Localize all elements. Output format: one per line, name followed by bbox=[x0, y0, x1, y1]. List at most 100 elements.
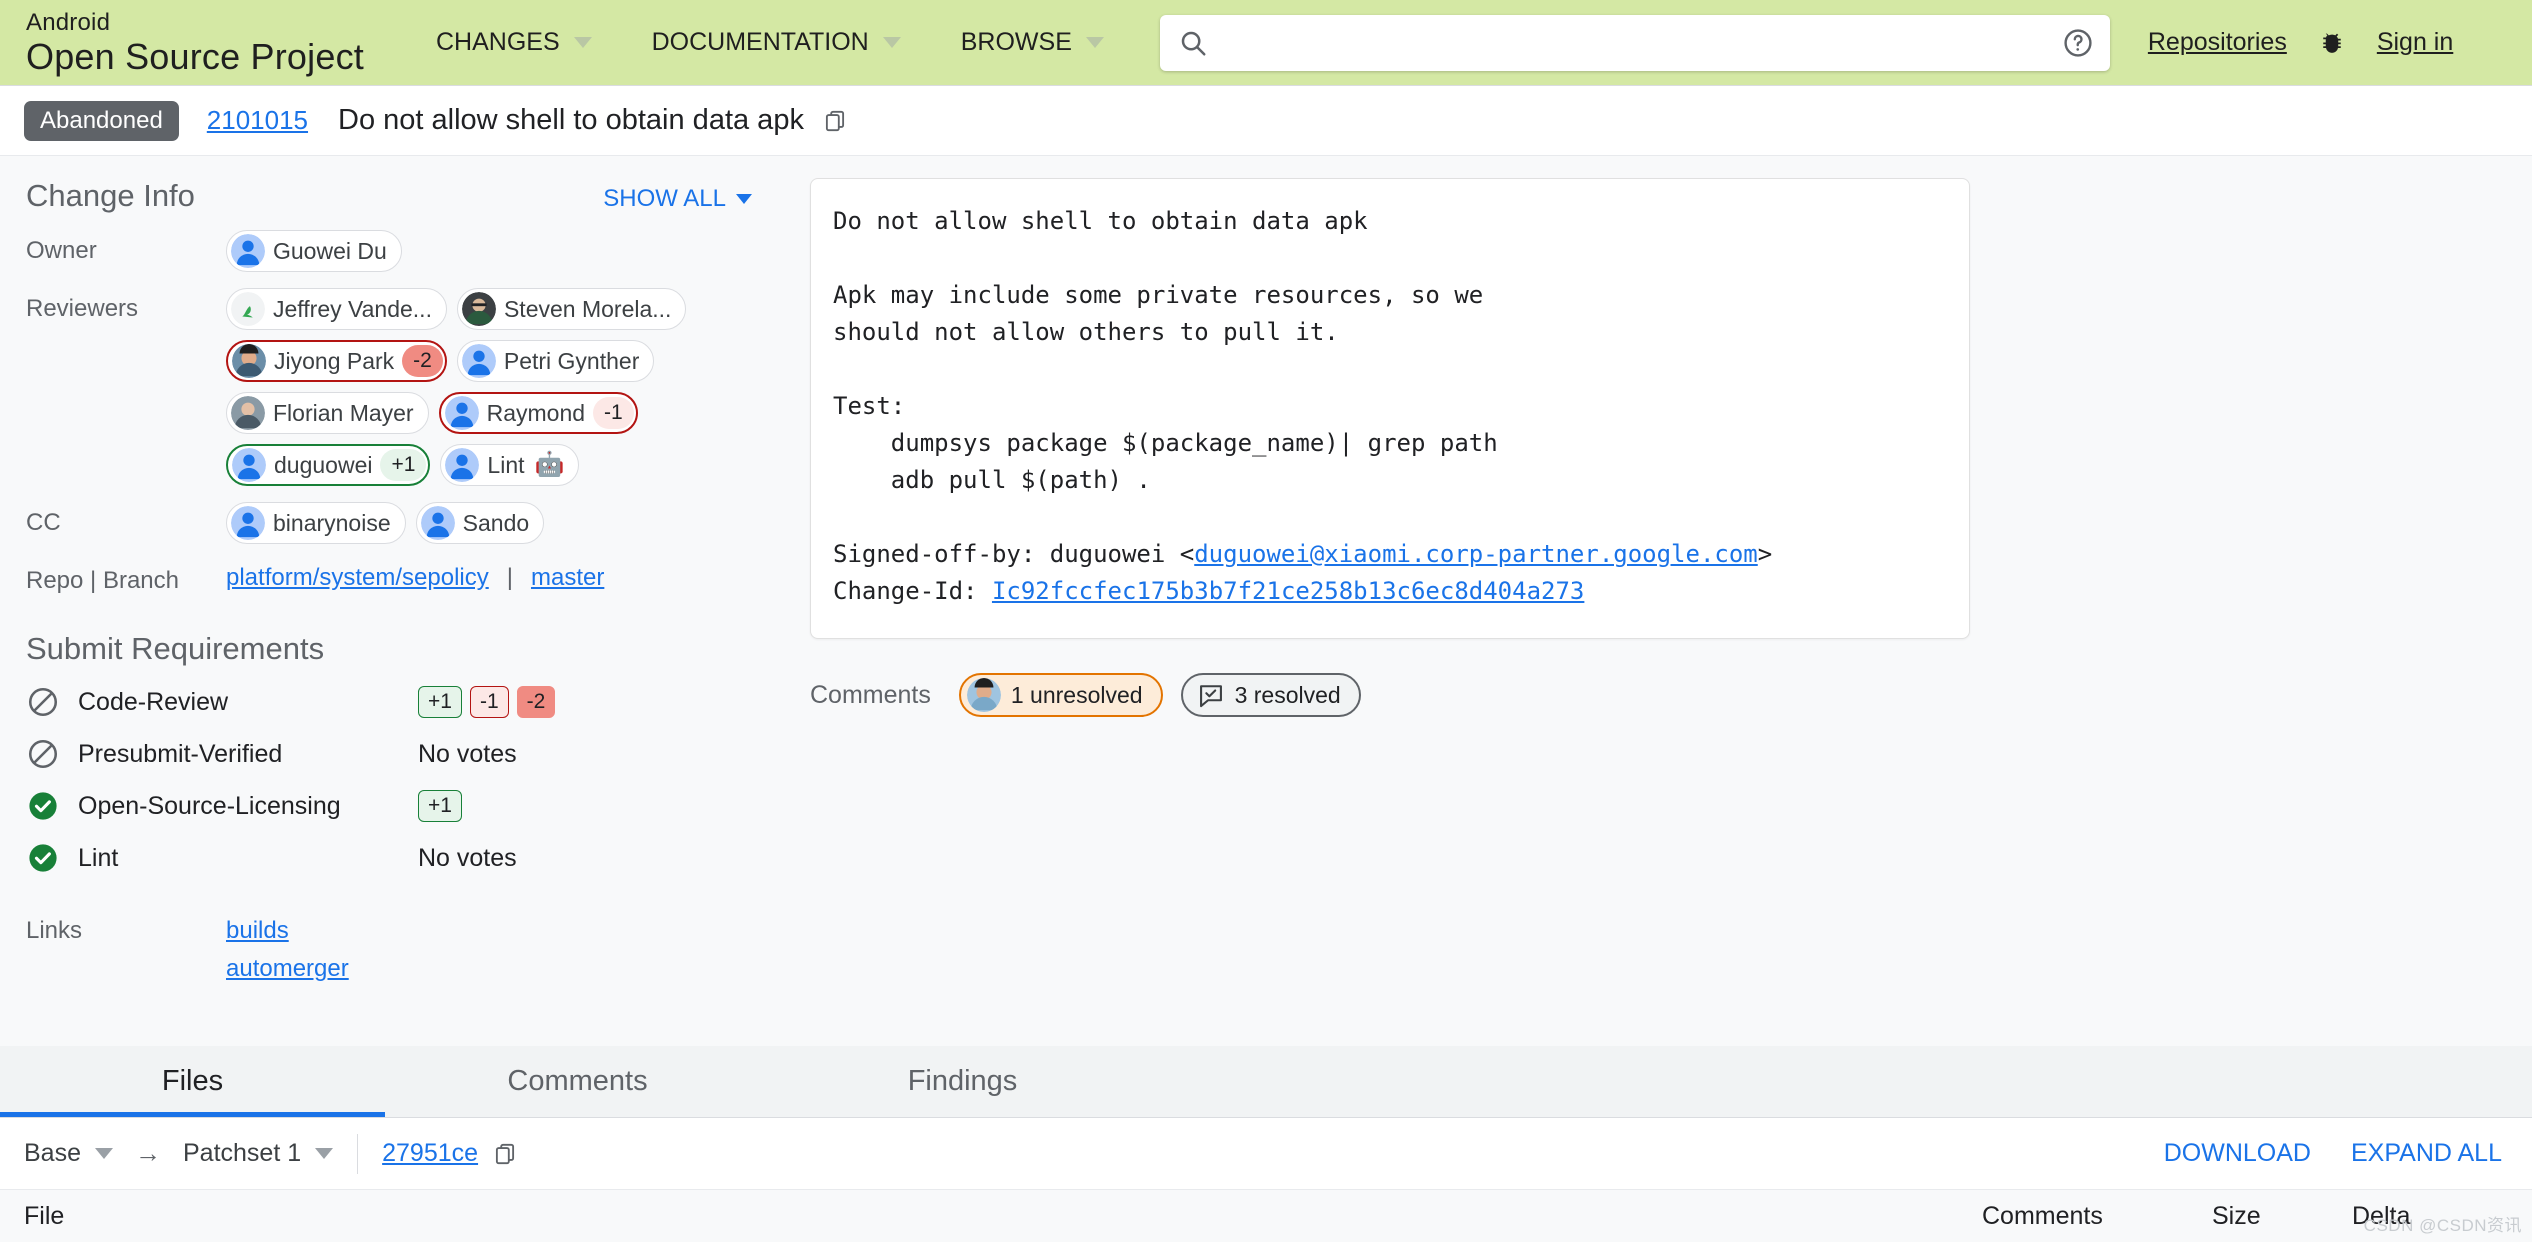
sign-in-link[interactable]: Sign in bbox=[2377, 28, 2453, 57]
target-patchset-select[interactable]: Patchset 1 bbox=[183, 1139, 334, 1168]
link-automerger[interactable]: automerger bbox=[226, 955, 349, 983]
reviewer-chip[interactable]: Steven Morela... bbox=[456, 288, 687, 330]
tab-comments[interactable]: Comments bbox=[385, 1046, 770, 1117]
avatar bbox=[232, 448, 266, 482]
signed-off-email-link[interactable]: duguowei@xiaomi.corp-partner.google.com bbox=[1194, 540, 1758, 568]
avatar bbox=[966, 678, 1001, 712]
no-votes-text: No votes bbox=[418, 739, 517, 768]
reviewer-chip[interactable]: Petri Gynther bbox=[456, 340, 655, 382]
signed-off-suffix: > bbox=[1757, 540, 1773, 568]
reviewer-chip-robot[interactable]: Lint 🤖 bbox=[440, 444, 580, 486]
nav-item-documentation[interactable]: DOCUMENTATION bbox=[622, 28, 931, 57]
submit-requirement-row[interactable]: Open-Source-Licensing +1 bbox=[26, 789, 788, 823]
cc-label: CC bbox=[26, 509, 61, 536]
show-all-button[interactable]: SHOW ALL bbox=[603, 185, 788, 213]
account-chip-label: Steven Morela... bbox=[503, 295, 672, 322]
resolved-count-label: 3 resolved bbox=[1234, 681, 1341, 708]
nav-item-changes-label: CHANGES bbox=[435, 28, 560, 56]
submit-requirement-row[interactable]: Code-Review +1 -1 -2 bbox=[26, 685, 788, 719]
commit-line-8: adb pull $(path) . bbox=[833, 466, 1151, 494]
chevron-down-icon bbox=[94, 1148, 113, 1159]
cc-chip[interactable]: Sando bbox=[415, 502, 545, 544]
page-title: Do not allow shell to obtain data apk bbox=[338, 104, 804, 136]
repo-branch-label: Repo | Branch bbox=[26, 567, 179, 594]
links-label: Links bbox=[26, 917, 83, 944]
signed-off-prefix: Signed-off-by: duguowei < bbox=[833, 540, 1195, 568]
account-chip-label: Florian Mayer bbox=[273, 399, 414, 426]
account-chip-label: Jeffrey Vande... bbox=[273, 295, 432, 322]
links-list: builds automerger bbox=[226, 917, 349, 983]
submit-requirement-row[interactable]: Presubmit-Verified No votes bbox=[26, 737, 788, 771]
reviewer-chip[interactable]: Florian Mayer bbox=[226, 392, 429, 434]
commit-line-3: Apk may include some private resources, … bbox=[833, 281, 1484, 309]
patchset-actions: DOWNLOAD EXPAND ALL bbox=[2164, 1139, 2502, 1168]
commit-message-text: Do not allow shell to obtain data apk Ap… bbox=[833, 203, 1939, 610]
branch-link[interactable]: master bbox=[531, 564, 604, 592]
owner-row: Owner Guowei Du bbox=[26, 230, 788, 272]
chevron-down-icon bbox=[573, 37, 592, 48]
reviewer-chips: Jeffrey Vande... Steven Morela... Jiyong… bbox=[226, 288, 788, 486]
account-chip-label: Lint bbox=[487, 451, 525, 478]
commit-message-card: Do not allow shell to obtain data apk Ap… bbox=[810, 178, 1970, 639]
resolved-comments-chip[interactable]: 3 resolved bbox=[1180, 673, 1361, 717]
search-bar[interactable] bbox=[1159, 14, 2110, 71]
nav-item-changes[interactable]: CHANGES bbox=[406, 28, 622, 57]
submit-requirement-row[interactable]: Lint No votes bbox=[26, 841, 788, 875]
chevron-down-icon bbox=[736, 194, 752, 204]
account-chip-owner[interactable]: Guowei Du bbox=[226, 230, 402, 272]
repositories-link[interactable]: Repositories bbox=[2148, 28, 2287, 57]
copy-icon[interactable] bbox=[492, 1139, 518, 1169]
vote-badge: +1 bbox=[380, 449, 427, 481]
cc-chip[interactable]: binarynoise bbox=[226, 502, 406, 544]
blocked-icon bbox=[28, 687, 58, 717]
submit-requirements-title: Submit Requirements bbox=[26, 631, 325, 666]
bug-icon[interactable] bbox=[2317, 28, 2347, 58]
download-button[interactable]: DOWNLOAD bbox=[2164, 1139, 2311, 1168]
link-builds[interactable]: builds bbox=[226, 917, 349, 945]
search-icon bbox=[1181, 31, 1206, 55]
base-patchset-label: Base bbox=[24, 1139, 81, 1167]
change-number-link[interactable]: 2101015 bbox=[207, 105, 308, 136]
reviewer-chip-voted[interactable]: Jiyong Park -2 bbox=[226, 340, 447, 382]
tab-files-label: Files bbox=[161, 1065, 224, 1097]
unresolved-comments-chip[interactable]: 1 unresolved bbox=[958, 673, 1163, 717]
brand-top-line: Android bbox=[26, 8, 111, 36]
commit-sha-link[interactable]: 27951ce bbox=[382, 1139, 478, 1168]
base-patchset-select[interactable]: Base bbox=[24, 1139, 113, 1168]
links-row: Links builds automerger bbox=[26, 917, 788, 983]
tab-findings-label: Findings bbox=[907, 1065, 1018, 1097]
search-input[interactable] bbox=[1207, 28, 2062, 57]
check-circle-icon bbox=[29, 844, 57, 872]
commit-message-panel: Do not allow shell to obtain data apk Ap… bbox=[810, 156, 2532, 1046]
brand-logo[interactable]: Android Open Source Project bbox=[26, 8, 364, 75]
submit-requirement-votes: +1 -1 -2 bbox=[418, 686, 556, 718]
change-id-link[interactable]: Ic92fccfec175b3b7f21ce258b13c6ec8d404a27… bbox=[992, 577, 1584, 605]
tab-files[interactable]: Files bbox=[0, 1046, 385, 1117]
commit-line-6: Test: bbox=[833, 392, 906, 420]
arrow-right-icon: → bbox=[134, 1138, 161, 1168]
avatar bbox=[231, 396, 265, 430]
reviewer-chip[interactable]: Jeffrey Vande... bbox=[226, 288, 447, 330]
watermark: CSDN @CSDN资讯 bbox=[2363, 1216, 2522, 1235]
avatar bbox=[461, 292, 496, 326]
repo-branch-values: platform/system/sepolicy | master bbox=[226, 560, 788, 595]
comment-check-icon bbox=[1199, 685, 1222, 708]
cc-row: CC binarynoise Sando bbox=[26, 502, 788, 544]
cc-chips: binarynoise Sando bbox=[226, 502, 788, 544]
help-circle-icon[interactable] bbox=[2062, 27, 2094, 59]
tab-findings[interactable]: Findings bbox=[770, 1046, 1155, 1117]
account-chip-label: duguowei bbox=[274, 451, 373, 478]
commit-line-1: Do not allow shell to obtain data apk bbox=[833, 207, 1368, 235]
blocked-icon bbox=[28, 739, 58, 769]
avatar bbox=[420, 506, 455, 540]
copy-icon[interactable] bbox=[822, 106, 848, 136]
repo-link[interactable]: platform/system/sepolicy bbox=[226, 564, 489, 592]
change-title-row: Abandoned 2101015 Do not allow shell to … bbox=[0, 86, 2532, 156]
reviewer-chip-voted[interactable]: Raymond -1 bbox=[438, 392, 638, 434]
expand-all-button[interactable]: EXPAND ALL bbox=[2351, 1139, 2502, 1168]
avatar bbox=[231, 292, 265, 326]
reviewer-chip-voted[interactable]: duguowei +1 bbox=[226, 444, 431, 486]
avatar bbox=[232, 344, 266, 378]
nav-item-browse[interactable]: BROWSE bbox=[931, 28, 1134, 57]
chevron-down-icon bbox=[315, 1148, 334, 1159]
